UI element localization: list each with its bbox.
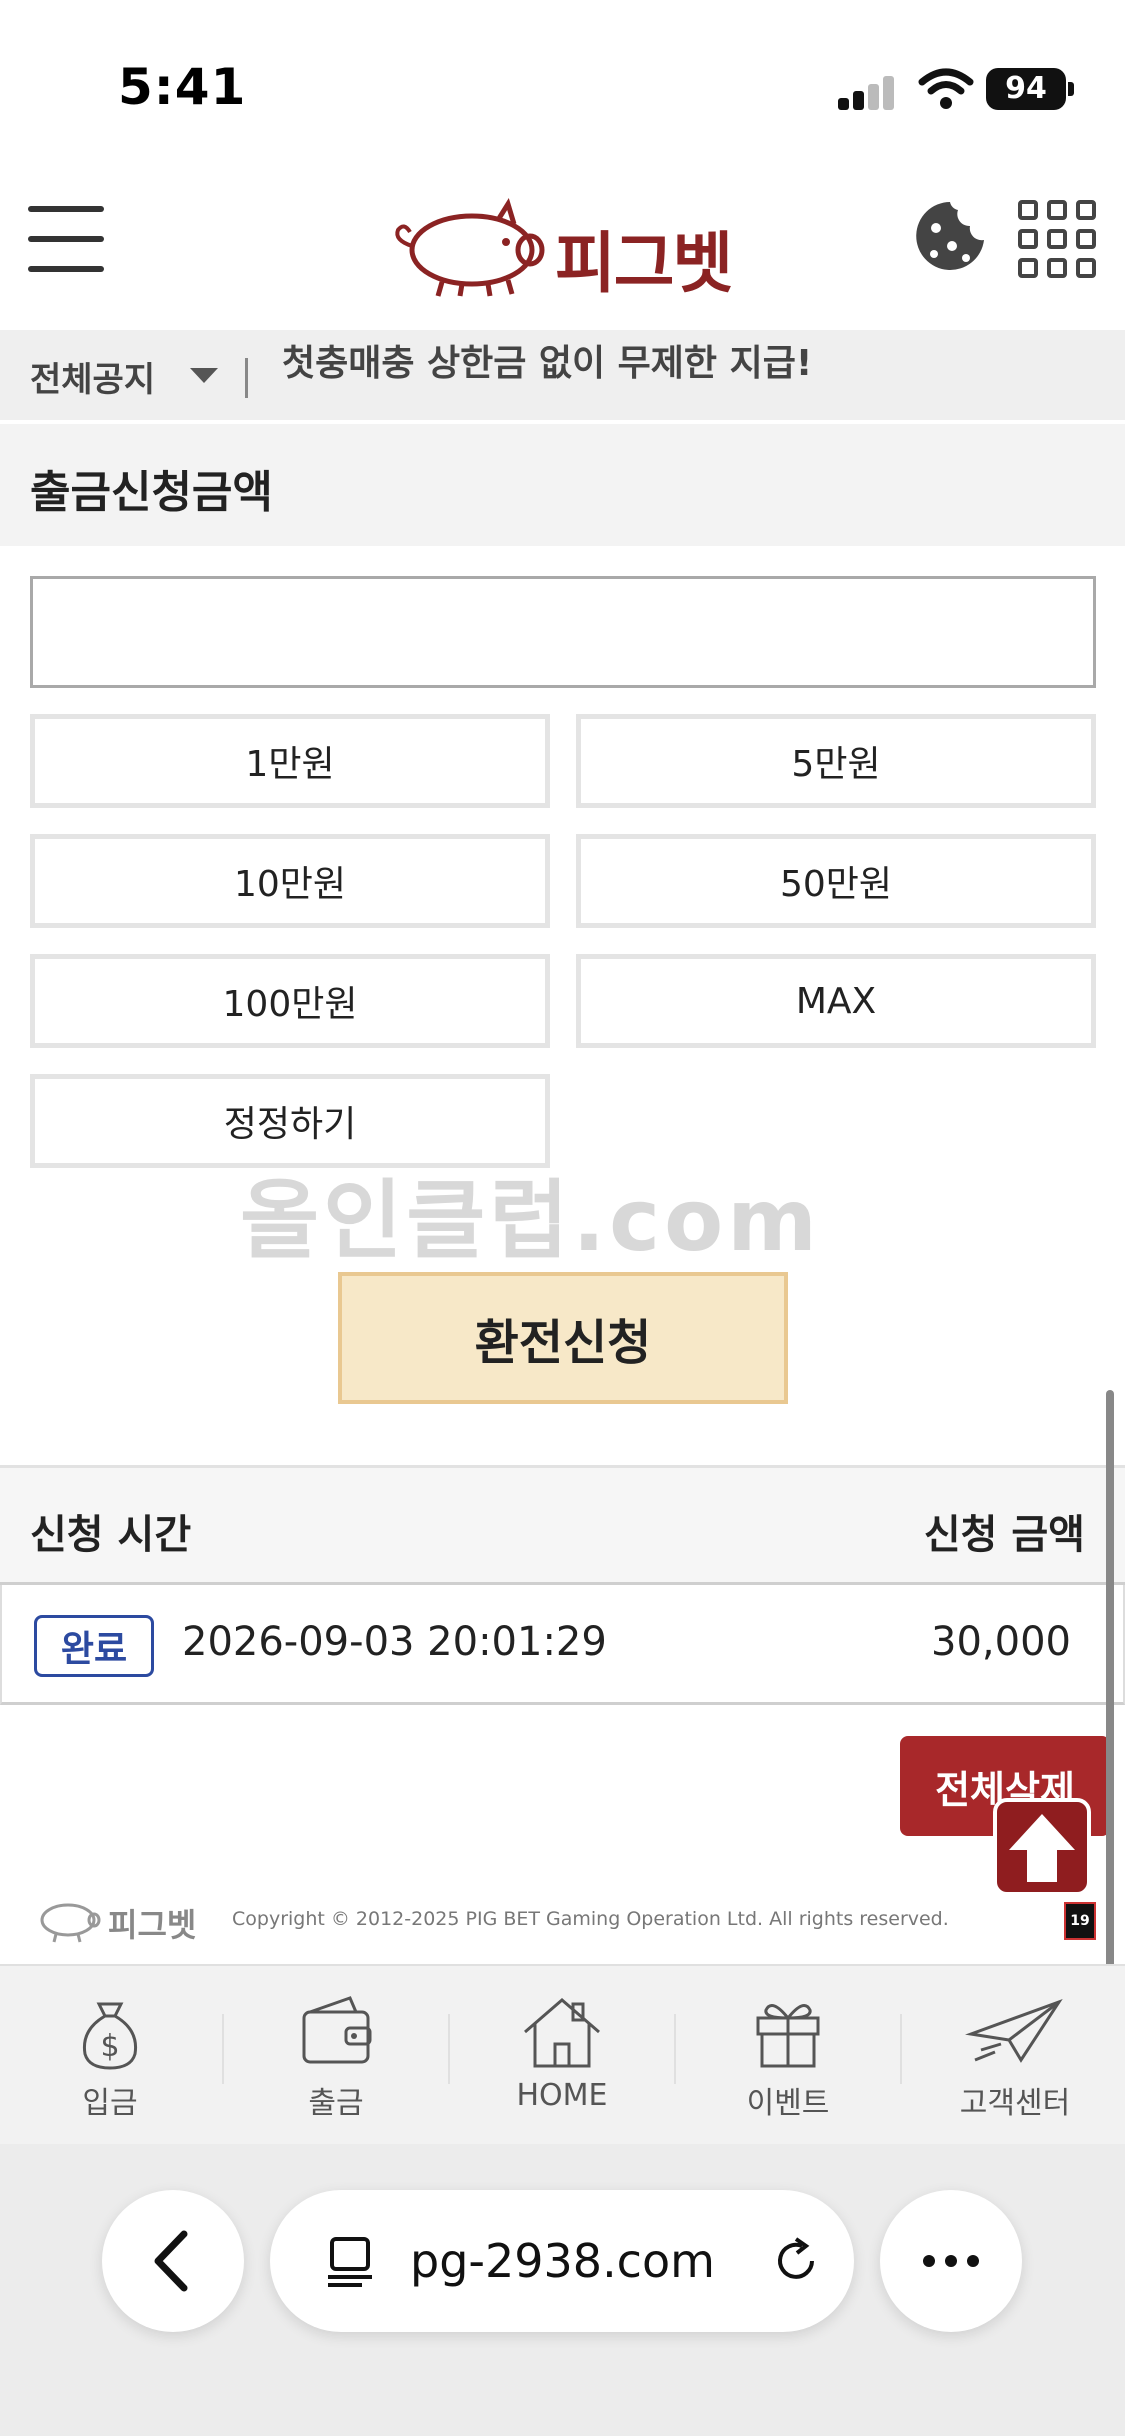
divider xyxy=(448,2014,450,2084)
wallet-icon xyxy=(302,1996,372,2064)
paper-plane-icon xyxy=(965,1999,1063,2063)
notice-category-select[interactable]: 전체공지 xyxy=(30,352,155,401)
caret-down-icon[interactable] xyxy=(190,368,218,383)
status-badge: 완료 xyxy=(34,1615,154,1677)
status-time: 5:41 xyxy=(118,58,247,116)
nav-withdraw[interactable]: 출금 xyxy=(246,1994,426,2124)
cookie-icon[interactable] xyxy=(912,196,988,278)
section-title: 출금신청금액 xyxy=(30,467,273,518)
url-text: pg-2938.com xyxy=(410,2234,715,2288)
divider xyxy=(900,2014,902,2084)
column-header-time: 신청 시간 xyxy=(30,1512,192,1558)
table-header: 신청 시간 신청 금액 xyxy=(0,1465,1125,1585)
battery-tip xyxy=(1068,82,1074,96)
hamburger-menu-button[interactable] xyxy=(28,206,108,278)
request-amount: 30,000 xyxy=(931,1619,1071,1665)
nav-customer-center[interactable]: 고객센터 xyxy=(925,1994,1105,2124)
pig-logo-icon xyxy=(40,1903,101,1943)
table-row[interactable]: 완료 2026-09-03 20:01:29 30,000 xyxy=(0,1585,1125,1705)
column-header-amount: 신청 금액 xyxy=(923,1512,1085,1558)
house-icon xyxy=(524,1998,600,2068)
age-restriction-badge: 19 xyxy=(1064,1902,1096,1940)
section-header: 출금신청금액 xyxy=(0,424,1125,546)
age-badge-text: 19 xyxy=(1070,1913,1090,1929)
nav-event[interactable]: 이벤트 xyxy=(698,1994,878,2124)
divider xyxy=(674,2014,676,2084)
more-options-button[interactable] xyxy=(880,2190,1022,2332)
site-header: 피그벳 xyxy=(0,170,1125,330)
address-bar[interactable]: pg-2938.com xyxy=(270,2190,854,2332)
notice-ticker-text[interactable]: 첫충매충 상한금 없이 무제한 지급! xyxy=(282,334,812,386)
withdraw-amount-input[interactable] xyxy=(30,576,1096,688)
cellular-signal-icon xyxy=(838,76,898,110)
wifi-icon xyxy=(918,68,974,109)
pig-logo-icon xyxy=(395,197,545,297)
nav-label: HOME xyxy=(516,2078,608,2113)
logo-text: 피그벳 xyxy=(555,225,733,302)
nav-label: 출금 xyxy=(308,2086,364,2121)
bottom-navigation: $ 입금 출금 HOME 이벤트 고객센터 xyxy=(0,1964,1125,2144)
amount-1man-button[interactable]: 1만원 xyxy=(30,714,550,808)
amount-5man-button[interactable]: 5만원 xyxy=(576,714,1096,808)
ellipsis-icon xyxy=(923,2255,979,2267)
amount-10man-button[interactable]: 10만원 xyxy=(30,834,550,928)
divider xyxy=(222,2014,224,2084)
nav-deposit[interactable]: $ 입금 xyxy=(20,1994,200,2124)
nav-home[interactable]: HOME xyxy=(472,1994,652,2124)
request-time: 2026-09-03 20:01:29 xyxy=(182,1619,607,1665)
app-grid-button[interactable] xyxy=(1018,200,1096,278)
reload-icon[interactable] xyxy=(766,2231,826,2291)
chevron-left-icon xyxy=(154,2230,188,2292)
nav-label: 고객센터 xyxy=(959,2086,1071,2121)
nav-label: 이벤트 xyxy=(746,2086,830,2121)
footer-logo: 피그벳 xyxy=(30,1894,200,1944)
withdraw-submit-button[interactable]: 환전신청 xyxy=(338,1272,788,1404)
arrow-up-icon xyxy=(1009,1814,1075,1882)
divider xyxy=(245,358,248,398)
copyright-text: Copyright © 2012-2025 PIG BET Gaming Ope… xyxy=(232,1908,949,1930)
back-button[interactable] xyxy=(102,2190,244,2332)
site-footer: 피그벳 Copyright © 2012-2025 PIG BET Gaming… xyxy=(0,1880,1125,1960)
nav-label: 입금 xyxy=(82,2086,138,2121)
browser-toolbar: pg-2938.com xyxy=(0,2144,1125,2436)
amount-50man-button[interactable]: 50만원 xyxy=(576,834,1096,928)
battery-level: 94 xyxy=(986,68,1066,110)
amount-max-button[interactable]: MAX xyxy=(576,954,1096,1048)
amount-100man-button[interactable]: 100만원 xyxy=(30,954,550,1048)
reader-mode-icon[interactable] xyxy=(322,2231,382,2291)
notice-bar: 전체공지 첫충매충 상한금 없이 무제한 지급! xyxy=(0,330,1125,420)
watermark: 올인클럽.com xyxy=(240,1171,821,1271)
money-bag-icon: $ xyxy=(82,2002,138,2070)
status-bar: 5:41 94 xyxy=(0,0,1125,170)
svg-text:$: $ xyxy=(100,2029,119,2064)
site-logo[interactable]: 피그벳 xyxy=(380,190,750,302)
gift-icon xyxy=(756,2004,820,2068)
footer-logo-text: 피그벳 xyxy=(108,1906,197,1944)
